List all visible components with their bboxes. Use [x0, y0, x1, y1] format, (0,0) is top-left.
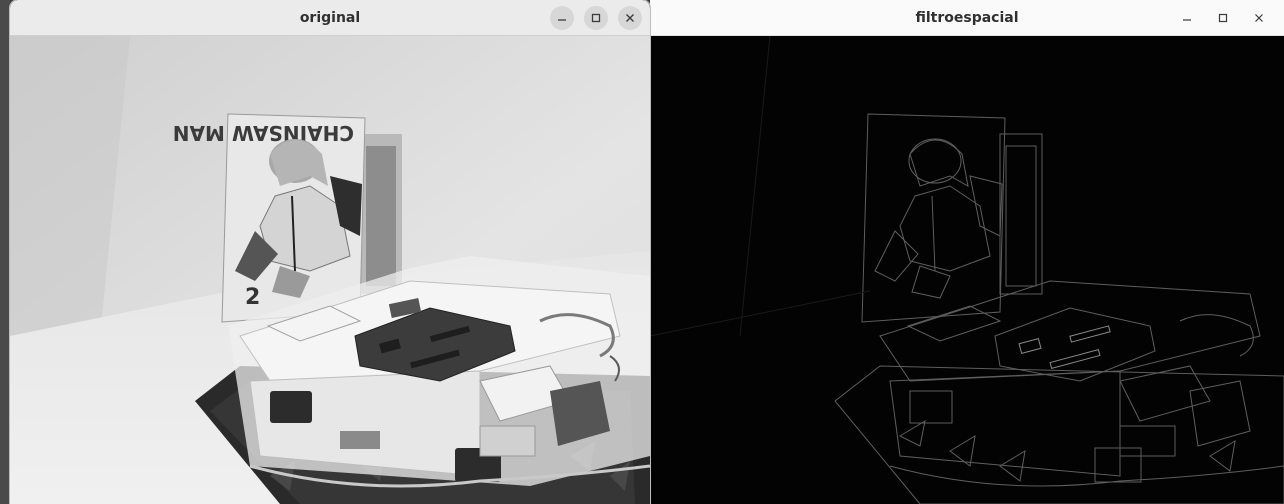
book-cover-title: CHAINSAW MAN — [173, 121, 354, 145]
filtroespacial-window-title: filtroespacial — [915, 9, 1019, 26]
minimize-icon — [1183, 19, 1191, 21]
minimize-button[interactable] — [550, 6, 574, 30]
minimize-button[interactable] — [1174, 6, 1200, 30]
original-window-controls — [550, 0, 642, 36]
filtroespacial-window-controls — [1174, 0, 1272, 36]
edge-filtered-image — [650, 36, 1284, 504]
maximize-button[interactable] — [1210, 6, 1236, 30]
maximize-icon — [591, 13, 601, 23]
close-button[interactable] — [618, 6, 642, 30]
filtroespacial-window: filtroespacial — [650, 0, 1284, 504]
original-titlebar[interactable]: original — [10, 0, 650, 36]
desktop: original CHAINSAW MAN 2 filtroespacial — [0, 0, 1284, 504]
close-icon — [626, 14, 634, 22]
close-button[interactable] — [1246, 6, 1272, 30]
minimize-icon — [558, 19, 566, 21]
book-volume-number: 2 — [245, 285, 260, 310]
original-camera-frame: CHAINSAW MAN 2 — [10, 36, 650, 504]
original-window-title: original — [299, 9, 361, 26]
filtered-camera-frame — [650, 36, 1284, 504]
original-grayscale-image: CHAINSAW MAN 2 — [10, 36, 650, 504]
original-window: original CHAINSAW MAN 2 — [10, 0, 650, 504]
maximize-button[interactable] — [584, 6, 608, 30]
desktop-background-strip — [0, 0, 10, 504]
filtroespacial-titlebar[interactable]: filtroespacial — [650, 0, 1284, 36]
maximize-icon — [1218, 13, 1228, 23]
close-icon — [1255, 14, 1263, 22]
